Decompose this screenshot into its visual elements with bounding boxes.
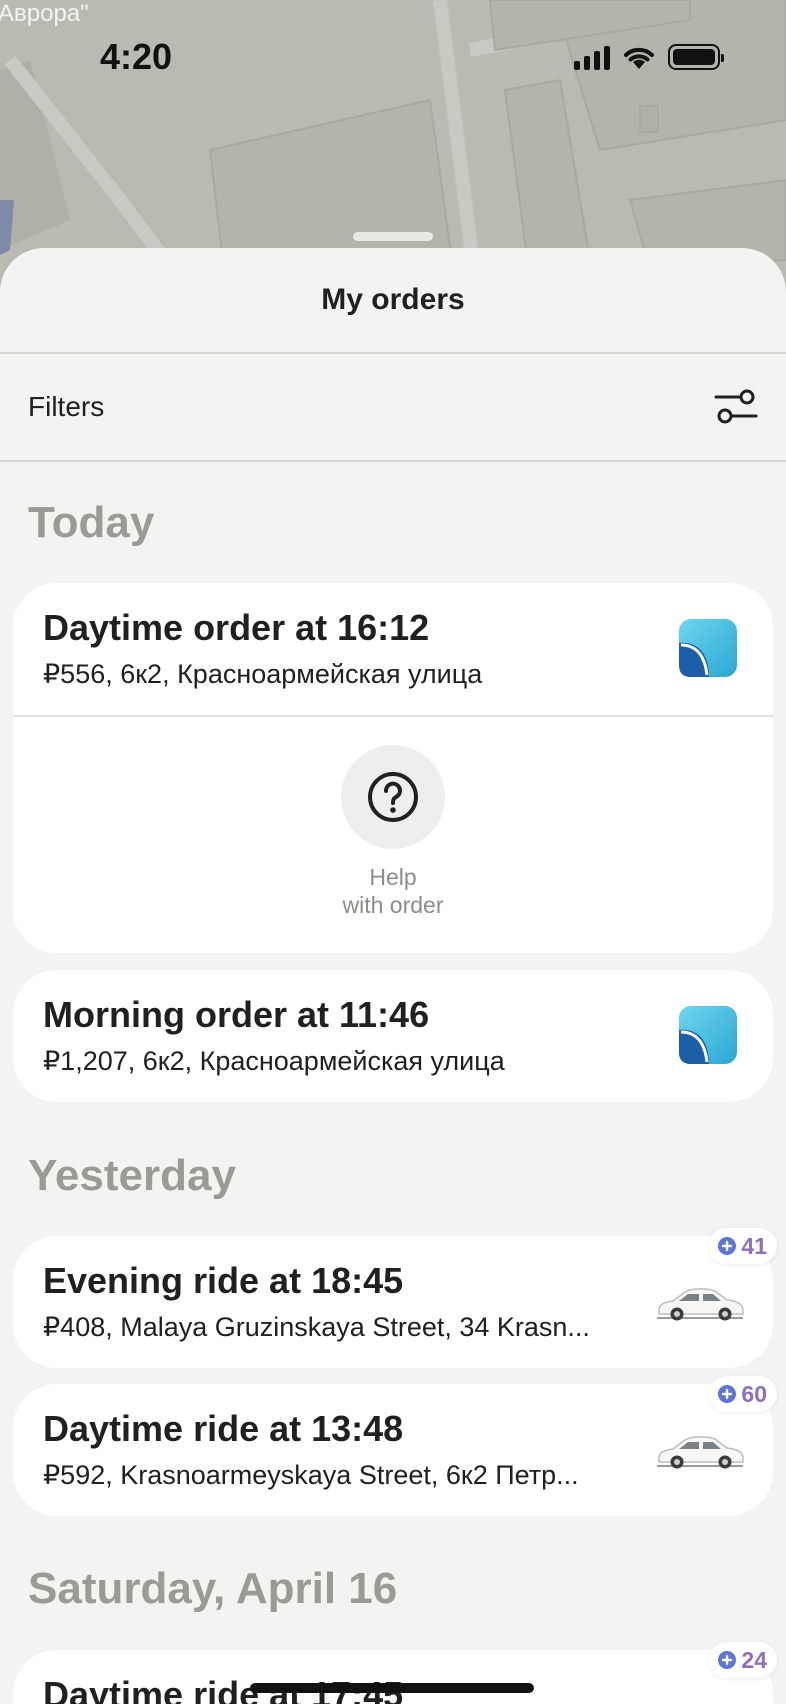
plus-points-value: 60	[741, 1380, 767, 1407]
ride-summary[interactable]: Evening ride at 18:45 ₽408, Malaya Gruzi…	[13, 1236, 773, 1368]
wifi-icon	[624, 47, 654, 69]
sheet-grabber-handle[interactable]	[353, 232, 433, 241]
section-heading-today: Today	[28, 498, 155, 547]
order-subtitle: ₽556, 6к2, Красноармейская улица	[43, 659, 483, 689]
status-bar: 4:20	[0, 0, 786, 116]
order-subtitle: ₽1,207, 6к2, Красноармейская улица	[43, 1046, 505, 1076]
ride-title: Daytime ride at 13:48	[43, 1408, 404, 1449]
ride-subtitle: ₽408, Malaya Gruzinskaya Street, 34 Kras…	[43, 1312, 590, 1342]
order-summary[interactable]: Daytime order at 16:12 ₽556, 6к2, Красно…	[13, 583, 773, 715]
order-summary[interactable]: Morning order at 11:46 ₽1,207, 6к2, Крас…	[13, 970, 773, 1102]
home-indicator[interactable]	[250, 1683, 534, 1693]
plus-points-value: 41	[741, 1232, 767, 1259]
plus-points-icon	[718, 1237, 737, 1255]
page-title: My orders	[321, 283, 465, 316]
plus-points-icon	[718, 1385, 737, 1403]
sheet-header: My orders	[0, 248, 786, 354]
section-heading-saturday: Saturday, April 16	[28, 1564, 398, 1613]
order-title: Daytime order at 16:12	[43, 607, 430, 648]
plus-points-icon	[718, 1651, 737, 1669]
filters-button[interactable]: Filters	[0, 354, 786, 462]
app-service-icon	[679, 1006, 737, 1064]
status-time: 4:20	[100, 36, 173, 77]
help-with-order-button[interactable]: Help with order	[13, 717, 773, 919]
battery-icon	[668, 44, 724, 70]
plus-points-badge: 24	[709, 1642, 777, 1678]
cellular-signal-icon	[574, 44, 610, 70]
question-mark-icon	[368, 772, 418, 822]
ride-subtitle: ₽592, Krasnoarmeyskaya Street, 6к2 Петр.…	[43, 1460, 579, 1490]
ride-card[interactable]: Daytime ride at 13:48 ₽592, Krasnoarmeys…	[13, 1376, 777, 1516]
filters-sliders-icon[interactable]	[714, 385, 758, 429]
ride-card[interactable]: Daytime ride at 17:45 24	[13, 1642, 777, 1704]
help-label-line1: Help	[369, 864, 417, 890]
order-card[interactable]: Daytime order at 16:12 ₽556, 6к2, Красно…	[13, 583, 773, 953]
order-title: Morning order at 11:46	[43, 994, 430, 1035]
filters-label: Filters	[28, 391, 105, 422]
ride-card[interactable]: Evening ride at 18:45 ₽408, Malaya Gruzi…	[13, 1228, 777, 1368]
order-card[interactable]: Morning order at 11:46 ₽1,207, 6к2, Крас…	[13, 970, 773, 1102]
orders-sheet: My orders Filters Today Daytime order at…	[0, 248, 786, 1704]
help-label: Help with order	[13, 863, 773, 919]
car-icon	[657, 1436, 744, 1469]
car-icon	[657, 1288, 744, 1321]
plus-points-badge: 41	[709, 1228, 777, 1264]
help-label-line2: with order	[342, 892, 444, 918]
section-heading-yesterday: Yesterday	[28, 1151, 236, 1200]
help-circle[interactable]	[341, 745, 445, 849]
plus-points-badge: 60	[709, 1376, 777, 1412]
status-icons	[574, 44, 724, 70]
ride-summary[interactable]: Daytime ride at 17:45	[13, 1650, 773, 1704]
app-service-icon	[679, 619, 737, 677]
plus-points-value: 24	[741, 1646, 767, 1673]
ride-title: Evening ride at 18:45	[43, 1260, 404, 1301]
ride-summary[interactable]: Daytime ride at 13:48 ₽592, Krasnoarmeys…	[13, 1384, 773, 1516]
